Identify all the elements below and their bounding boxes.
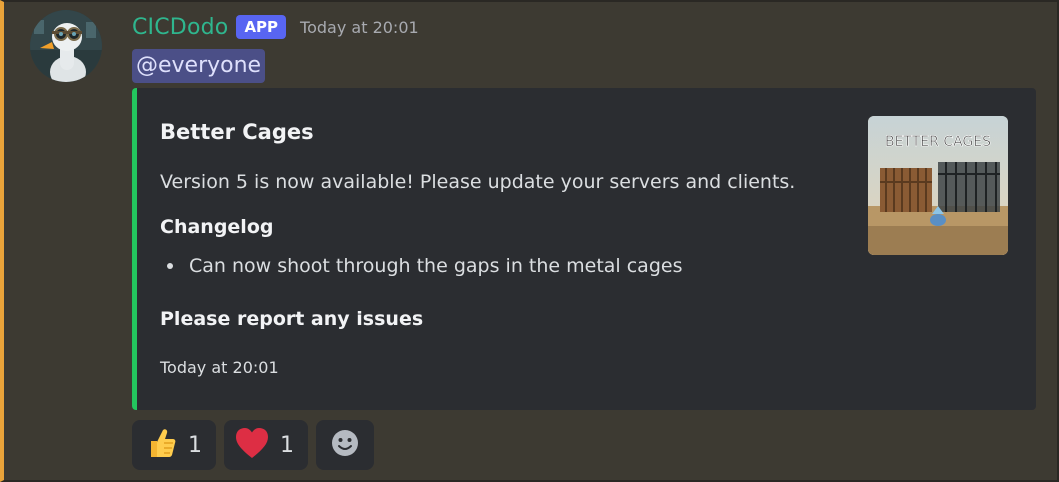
add-reaction-button[interactable] (316, 420, 374, 470)
everyone-mention[interactable]: @everyone (132, 49, 266, 83)
embed-description: Version 5 is now available! Please updat… (160, 171, 796, 193)
embed-footer-timestamp: Today at 20:01 (160, 358, 279, 377)
message-embed: Better Cages Version 5 is now available!… (132, 88, 1036, 410)
thumbs-up-icon (142, 425, 178, 465)
message-container: CICDodo APP Today at 20:01 @everyone Bet… (0, 0, 1059, 482)
app-badge: APP (236, 15, 287, 39)
heart-count: 1 (280, 432, 294, 458)
thumbs-up-count: 1 (188, 432, 202, 458)
heart-icon (234, 425, 270, 465)
author-name[interactable]: CICDodo (132, 15, 228, 40)
report-issues-text: Please report any issues (160, 308, 424, 330)
better-cages-thumbnail[interactable]: BETTER CAGES (868, 116, 1008, 255)
reaction-bar: 1 1 (132, 420, 374, 470)
message-header: CICDodo APP Today at 20:01 (132, 10, 419, 44)
thumbs-up-reaction[interactable]: 1 (132, 420, 216, 470)
message-timestamp[interactable]: Today at 20:01 (300, 18, 419, 37)
thumbnail-caption: BETTER CAGES (885, 134, 991, 150)
heart-reaction[interactable]: 1 (224, 420, 308, 470)
add-reaction-icon (330, 428, 360, 462)
goose-avatar-icon[interactable] (30, 10, 102, 82)
changelog-item-text: Can now shoot through the gaps in the me… (189, 255, 683, 277)
changelog-heading: Changelog (160, 216, 274, 238)
embed-title: Better Cages (160, 120, 314, 144)
bullet-icon (167, 263, 173, 269)
changelog-item: Can now shoot through the gaps in the me… (167, 255, 682, 277)
